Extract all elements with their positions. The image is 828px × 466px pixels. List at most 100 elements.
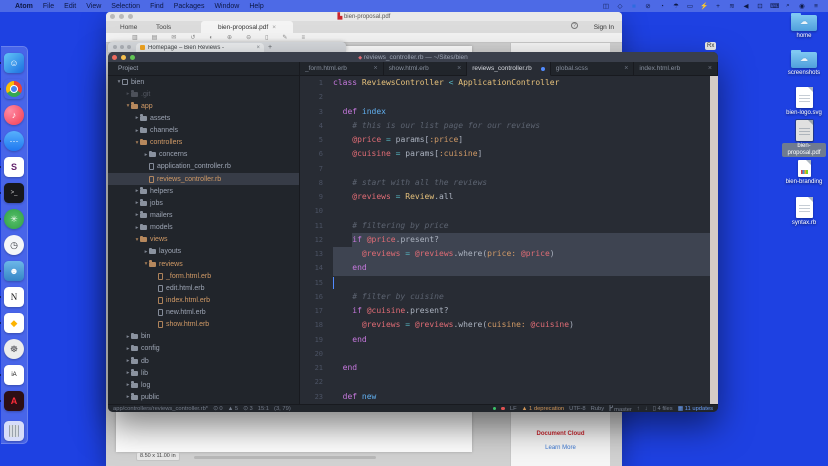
changed-files[interactable]: ▯ 4 files <box>653 406 673 412</box>
film-app-icon[interactable]: ☸ <box>4 339 24 359</box>
editor-scrollbar[interactable] <box>710 76 718 404</box>
tree-item-controllers[interactable]: ▾controllers <box>108 137 299 149</box>
tree-item-app[interactable]: ▾app <box>108 100 299 112</box>
deprecation-warning[interactable]: ▲ 1 deprecation <box>522 406 565 412</box>
clock-icon[interactable]: ◔ <box>658 3 666 10</box>
git-branch[interactable]: master <box>609 405 632 413</box>
tree-item-config[interactable]: ▸config <box>108 343 299 355</box>
menu-item-packages[interactable]: Packages <box>169 3 210 10</box>
plus-icon[interactable]: + <box>714 3 722 10</box>
wifi-icon[interactable]: ≋ <box>728 2 736 10</box>
document-tab[interactable]: bien-proposal.pdf × <box>201 21 293 33</box>
tree-item-db[interactable]: ▸db <box>108 355 299 367</box>
tab-global-scss[interactable]: global.scss× <box>551 62 635 75</box>
tree-item-application-controller-rb[interactable]: application_controller.rb <box>108 161 299 173</box>
tree-item-channels[interactable]: ▸channels <box>108 125 299 137</box>
sketch-icon[interactable]: ◆ <box>4 313 24 333</box>
keyboard-icon[interactable]: ⌨ <box>770 2 778 10</box>
tree-item-public[interactable]: ▸public <box>108 391 299 403</box>
code-editor[interactable]: 1234567891011121314151617181920212223 cl… <box>300 76 718 404</box>
tab-index-html-erb[interactable]: index.html.erb× <box>634 62 718 75</box>
horizontal-scrollbar[interactable] <box>194 456 376 459</box>
tree-item-edit-html-erb[interactable]: edit.html.erb <box>108 282 299 294</box>
zoom-in-icon[interactable]: ⊕ <box>227 34 232 41</box>
cursor-position[interactable]: 15:1 <box>258 406 269 412</box>
tree-item--git[interactable]: ▸.git <box>108 88 299 100</box>
clock-app-icon[interactable]: ◷ <box>4 235 24 255</box>
time-machine-icon[interactable]: ⊘ <box>644 2 652 10</box>
edit-icon[interactable]: ✎ <box>282 34 287 41</box>
bolt-icon[interactable]: ⚡ <box>700 2 708 10</box>
tree-item-bin[interactable]: ▸bin <box>108 331 299 343</box>
acrobat-icon[interactable]: A <box>4 391 24 411</box>
sign-in-button[interactable]: Sign In <box>594 24 614 31</box>
terminal-icon[interactable]: >_ <box>4 183 24 203</box>
slack-icon[interactable]: S <box>4 157 24 177</box>
tree-item-lib[interactable]: ▸lib <box>108 367 299 379</box>
airplay-icon[interactable]: ⊡ <box>756 2 764 10</box>
new-tab-button[interactable]: + <box>268 44 272 51</box>
browser-tab[interactable]: Homepage – Bien Reviews - × <box>136 43 264 52</box>
desktop-icon-bien-proposal-pdf[interactable]: bien-proposal.pdf <box>782 120 826 157</box>
zoom-out-icon[interactable]: ⊖ <box>246 34 251 41</box>
tab-reviews-controller-rb[interactable]: reviews_controller.rb <box>467 62 551 76</box>
tree-item-concerns[interactable]: ▸concerns <box>108 149 299 161</box>
infos-count[interactable]: ⊙3 <box>243 406 253 412</box>
chrome-icon[interactable] <box>4 79 24 99</box>
save-icon[interactable]: ▤ <box>152 34 158 41</box>
close-tab-icon[interactable]: × <box>374 65 378 72</box>
mail-icon[interactable]: ✉ <box>171 34 176 41</box>
window-controls[interactable] <box>113 45 131 49</box>
tab-tools[interactable]: Tools <box>156 24 171 31</box>
desktop-icon-screenshots[interactable]: ☁screenshots <box>782 52 826 77</box>
encoding[interactable]: UTF-8 <box>569 406 585 412</box>
close-tab-icon[interactable]: × <box>708 65 712 72</box>
tree-item-show-html-erb[interactable]: show.html.erb <box>108 319 299 331</box>
tweetbot-icon[interactable]: ☻ <box>4 261 24 281</box>
tab-home[interactable]: Home <box>120 24 137 31</box>
battery-icon[interactable]: ▭ <box>686 2 694 10</box>
menu-item-window[interactable]: Window <box>209 3 244 10</box>
menu-icon[interactable]: ≡ <box>301 35 305 41</box>
page-icon[interactable]: ▯ <box>265 34 268 41</box>
view-icon[interactable]: ◐ <box>209 35 213 41</box>
errors-count[interactable]: ⊙0 <box>213 406 223 412</box>
close-tab-icon[interactable]: × <box>624 65 628 72</box>
learn-more-link[interactable]: Learn More <box>511 445 610 451</box>
weather-icon[interactable]: ☂ <box>672 2 680 10</box>
green-app-icon[interactable]: ✳ <box>4 209 24 229</box>
notification-center-icon[interactable]: ≡ <box>812 3 820 10</box>
tree-item-jobs[interactable]: ▸jobs <box>108 197 299 209</box>
ia-writer-icon[interactable]: iA <box>4 365 24 385</box>
shield-icon[interactable]: ◇ <box>616 2 624 10</box>
tree-item--form-html-erb[interactable]: _form.html.erb <box>108 270 299 282</box>
messages-icon[interactable]: ⋯ <box>4 131 24 151</box>
language-mode[interactable]: Ruby <box>591 406 605 412</box>
tab-show-html-erb[interactable]: show.html.erb× <box>384 62 468 75</box>
desktop-icon-bien-logo-svg[interactable]: bien-logo.svg <box>782 87 826 117</box>
tab--form-html-erb[interactable]: _form.html.erb× <box>300 62 384 75</box>
itunes-icon[interactable]: ♪ <box>4 105 24 125</box>
flux-icon[interactable]: ■ <box>630 3 638 10</box>
siri-icon[interactable]: ◉ <box>798 2 806 10</box>
tree-item-index-html-erb[interactable]: index.html.erb <box>108 294 299 306</box>
trash-icon[interactable] <box>4 421 24 441</box>
desktop-icon-bien-branding[interactable]: bien-branding <box>782 160 826 186</box>
updates-available[interactable]: ▦ 11 updates <box>678 406 713 412</box>
spotlight-icon[interactable]: ⌕ <box>784 2 792 10</box>
volume-icon[interactable]: ◀ <box>742 2 750 10</box>
desktop-icon-syntax-rb[interactable]: syntax.rb <box>782 197 826 227</box>
tree-item-bien[interactable]: ▾bien <box>108 76 299 88</box>
help-icon[interactable]: ? <box>571 22 578 29</box>
menu-item-view[interactable]: View <box>81 3 106 10</box>
open-icon[interactable]: ▥ <box>132 34 138 41</box>
close-tab-icon[interactable]: × <box>256 45 260 51</box>
finder-icon[interactable]: ☺ <box>4 53 24 73</box>
project-panel-header[interactable]: Project <box>108 62 300 76</box>
menu-item-help[interactable]: Help <box>244 3 268 10</box>
undo-icon[interactable]: ↺ <box>190 34 195 41</box>
menu-item-atom[interactable]: Atom <box>10 3 38 10</box>
desktop-icon-home[interactable]: ☁home <box>782 15 826 40</box>
warnings-count[interactable]: ▲5 <box>228 406 238 412</box>
tree-item-models[interactable]: ▸models <box>108 222 299 234</box>
